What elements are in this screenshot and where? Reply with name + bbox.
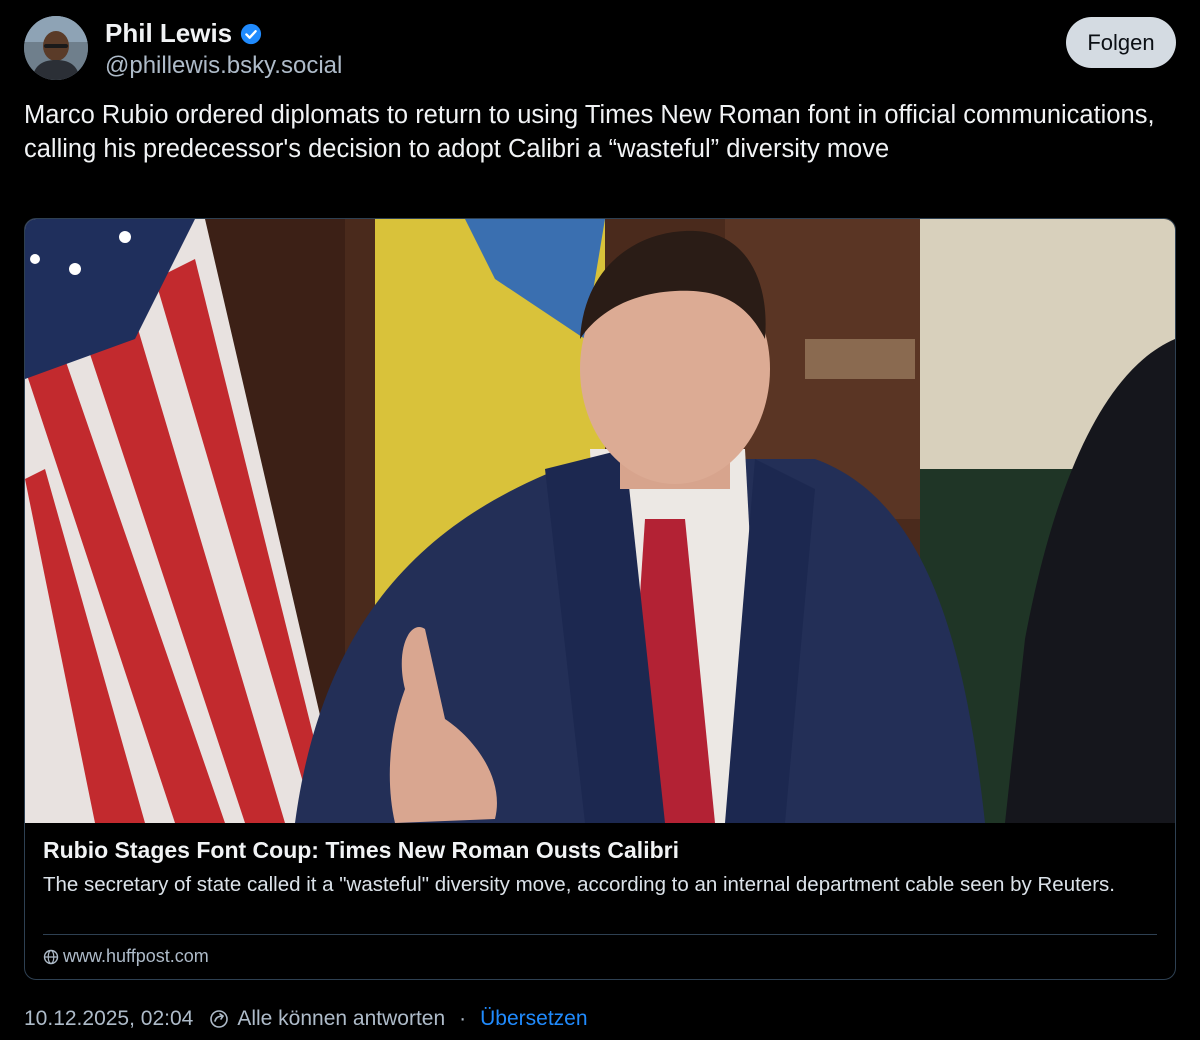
embed-domain: www.huffpost.com [63,946,209,966]
reply-settings-icon [210,1010,229,1028]
author-display-name[interactable]: Phil Lewis [105,18,232,49]
avatar-image [24,16,88,80]
embed-photo [25,219,1175,823]
embed-domain-row[interactable]: www.huffpost.com [43,946,209,967]
translate-link[interactable]: Übersetzen [480,1007,587,1031]
author-handle[interactable]: @phillewis.bsky.social [105,52,342,80]
verified-check-icon [241,23,262,44]
embed-divider [43,934,1157,935]
post-container: Phil Lewis @phillewis.bsky.social Folgen… [0,0,1200,1040]
link-embed-card[interactable]: Rubio Stages Font Coup: Times New Roman … [24,218,1176,980]
post-timestamp[interactable]: 10.12.2025, 02:04 [24,1007,193,1031]
reply-setting-label[interactable]: Alle können antworten [237,1007,445,1031]
follow-button[interactable]: Folgen [1066,17,1176,68]
embed-description: The secretary of state called it a "wast… [43,873,1115,896]
author-name-row: Phil Lewis [105,18,262,49]
embed-thumbnail [25,219,1175,823]
post-meta: 10.12.2025, 02:04 Alle können antworten … [24,1007,588,1031]
meta-separator: · [459,1007,467,1030]
globe-icon [43,949,59,964]
post-text: Marco Rubio ordered diplomats to return … [24,101,1155,163]
embed-title[interactable]: Rubio Stages Font Coup: Times New Roman … [43,837,679,864]
avatar[interactable] [24,16,88,80]
